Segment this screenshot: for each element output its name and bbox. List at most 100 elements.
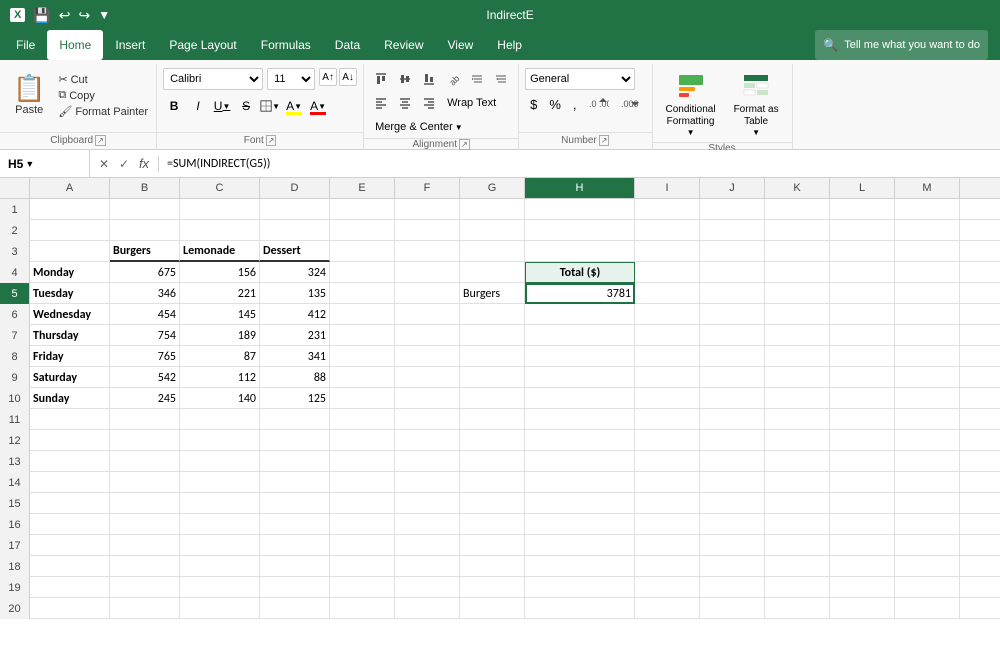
cell-F2[interactable] [395, 220, 460, 241]
format-as-table-dropdown[interactable]: ▼ [752, 128, 760, 137]
cell-C3[interactable]: Lemonade [180, 241, 260, 262]
cell-G6[interactable] [460, 304, 525, 325]
cell-B16[interactable] [110, 514, 180, 535]
cell-reference-box[interactable]: H5 ▼ [0, 150, 90, 177]
cell-L2[interactable] [830, 220, 895, 241]
formula-input[interactable] [159, 150, 1000, 177]
cell-L17[interactable] [830, 535, 895, 556]
row-num-20[interactable]: 20 [0, 598, 30, 619]
cell-A8[interactable]: Friday [30, 346, 110, 367]
cell-E18[interactable] [330, 556, 395, 577]
cell-K20[interactable] [765, 598, 830, 619]
cell-J20[interactable] [700, 598, 765, 619]
cell-G1[interactable] [460, 199, 525, 220]
cell-D1[interactable] [260, 199, 330, 220]
cell-M2[interactable] [895, 220, 960, 241]
cell-J8[interactable] [700, 346, 765, 367]
paste-button[interactable]: 📋 Paste [4, 68, 54, 119]
cell-I19[interactable] [635, 577, 700, 598]
cell-I2[interactable] [635, 220, 700, 241]
cell-H12[interactable] [525, 430, 635, 451]
cell-D20[interactable] [260, 598, 330, 619]
col-header-F[interactable]: F [395, 178, 460, 198]
formula-cancel-button[interactable]: ✕ [96, 156, 112, 172]
cell-I5[interactable] [635, 283, 700, 304]
cell-K19[interactable] [765, 577, 830, 598]
menu-review[interactable]: Review [372, 30, 435, 60]
cell-J13[interactable] [700, 451, 765, 472]
row-num-1[interactable]: 1 [0, 199, 30, 220]
font-color-button[interactable]: A▼ [307, 95, 329, 117]
row-num-10[interactable]: 10 [0, 388, 30, 409]
format-painter-button[interactable]: 🖌 Format Painter [54, 104, 152, 119]
col-header-K[interactable]: K [765, 178, 830, 198]
cell-A2[interactable] [30, 220, 110, 241]
copy-button[interactable]: ⧉ Copy [54, 88, 152, 103]
cell-F3[interactable] [395, 241, 460, 262]
cell-M1[interactable] [895, 199, 960, 220]
row-num-17[interactable]: 17 [0, 535, 30, 556]
cell-C19[interactable] [180, 577, 260, 598]
cell-D10[interactable]: 125 [260, 388, 330, 409]
cell-F20[interactable] [395, 598, 460, 619]
cell-G10[interactable] [460, 388, 525, 409]
cell-L4[interactable] [830, 262, 895, 283]
cell-D4[interactable]: 324 [260, 262, 330, 283]
cell-I11[interactable] [635, 409, 700, 430]
row-num-8[interactable]: 8 [0, 346, 30, 367]
cell-E17[interactable] [330, 535, 395, 556]
cell-L14[interactable] [830, 472, 895, 493]
cell-B6[interactable]: 454 [110, 304, 180, 325]
cell-J16[interactable] [700, 514, 765, 535]
cell-B4[interactable]: 675 [110, 262, 180, 283]
cell-F12[interactable] [395, 430, 460, 451]
cell-A20[interactable] [30, 598, 110, 619]
cell-H5[interactable]: 3781 [525, 283, 635, 304]
col-header-E[interactable]: E [330, 178, 395, 198]
bold-button[interactable]: B [163, 95, 185, 117]
text-orientation-button[interactable]: ab [442, 68, 464, 90]
cell-K8[interactable] [765, 346, 830, 367]
cell-A19[interactable] [30, 577, 110, 598]
font-size-select[interactable]: 11 [267, 68, 315, 90]
decrease-font-size-button[interactable]: A↓ [339, 68, 357, 86]
cell-B18[interactable] [110, 556, 180, 577]
comma-button[interactable]: , [568, 93, 582, 115]
cell-F7[interactable] [395, 325, 460, 346]
cell-K17[interactable] [765, 535, 830, 556]
cell-L13[interactable] [830, 451, 895, 472]
cell-E14[interactable] [330, 472, 395, 493]
cell-J4[interactable] [700, 262, 765, 283]
conditional-formatting-button[interactable]: ConditionalFormatting ▼ [659, 68, 723, 142]
cell-D6[interactable]: 412 [260, 304, 330, 325]
cell-H14[interactable] [525, 472, 635, 493]
cell-E6[interactable] [330, 304, 395, 325]
cell-M16[interactable] [895, 514, 960, 535]
cell-A12[interactable] [30, 430, 110, 451]
cell-B1[interactable] [110, 199, 180, 220]
cell-M7[interactable] [895, 325, 960, 346]
cell-J1[interactable] [700, 199, 765, 220]
cell-M20[interactable] [895, 598, 960, 619]
cell-A17[interactable] [30, 535, 110, 556]
row-num-11[interactable]: 11 [0, 409, 30, 430]
cell-C6[interactable]: 145 [180, 304, 260, 325]
cell-A16[interactable] [30, 514, 110, 535]
cell-M5[interactable] [895, 283, 960, 304]
cell-F8[interactable] [395, 346, 460, 367]
increase-font-size-button[interactable]: A↑ [319, 68, 337, 86]
cell-J9[interactable] [700, 367, 765, 388]
menu-search[interactable]: 🔍 Tell me what you want to do [815, 30, 988, 60]
cell-D11[interactable] [260, 409, 330, 430]
cell-K7[interactable] [765, 325, 830, 346]
cell-I16[interactable] [635, 514, 700, 535]
row-num-3[interactable]: 3 [0, 241, 30, 262]
cell-J12[interactable] [700, 430, 765, 451]
font-expander[interactable]: ↗ [266, 135, 277, 146]
cell-F9[interactable] [395, 367, 460, 388]
cell-L12[interactable] [830, 430, 895, 451]
cell-M19[interactable] [895, 577, 960, 598]
cell-C4[interactable]: 156 [180, 262, 260, 283]
redo-icon[interactable]: ↪ [79, 7, 91, 24]
cell-B9[interactable]: 542 [110, 367, 180, 388]
